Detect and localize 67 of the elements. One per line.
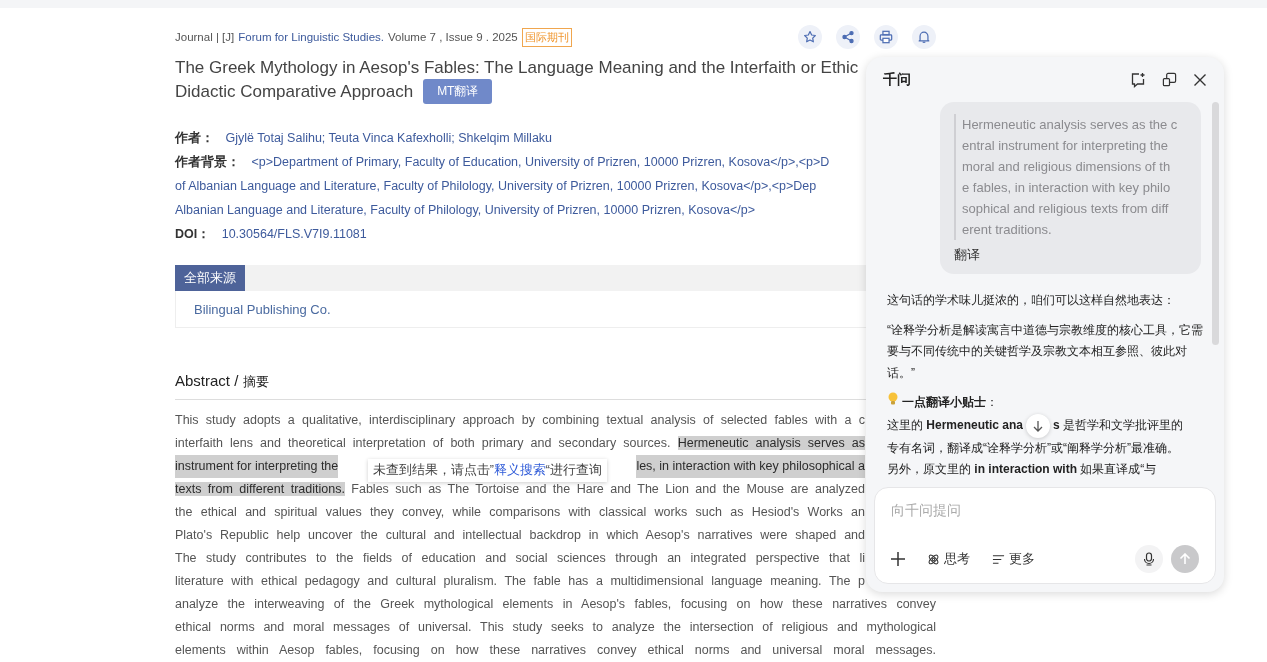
abstract-text: Fables such as The Tortoise and the Hare and The Lion and the Mouse are analyzed [351,482,865,496]
quoted-text: e fables, in interaction with key philo [962,179,1172,197]
question-field[interactable]: 向千问提问 [891,502,1199,518]
think-button[interactable]: 思考 [927,550,970,568]
journal-link[interactable]: Forum for Linguistic Studies. [238,31,384,43]
quoted-text: erent traditions. [962,221,1053,239]
field-value[interactable]: Gjylë Totaj Salihu; Teuta Vinca Kafexholli; Shkelqim Millaku [225,131,553,145]
selected-text: Hermeneutic analysis serves as [677,436,865,450]
field-value[interactable]: <p>Department of Primary, Faculty of Education, University of Prizren, 10000 Prizren, Kosova</p>,<p>D [251,155,830,169]
scroll-down-button[interactable] [1026,413,1051,438]
print-icon[interactable] [874,25,898,49]
plus-icon[interactable] [891,552,905,566]
tip-heading: 一点翻译小贴士： [902,395,999,409]
field-value[interactable]: of Albanian Language and Literature, Faculty of Philology, University of Prizren, 10000 Prizren, Kosova</p>,<p>Dep [175,179,817,193]
quoted-text: sophical and religious texts from diff [962,200,1170,218]
field-value[interactable]: 10.30564/FLS.V7I9.11081 [221,227,367,241]
arrow-down-icon [1032,419,1045,432]
microphone-button[interactable] [1135,545,1163,573]
abstract-text: Plato's Republic help uncover the cultural and intellectual backdrop in which Aesop's narratives were shaped and [175,528,865,542]
microphone-icon [1143,552,1155,566]
quoted-text: entral instrument for interpreting the [962,137,1169,155]
selected-text: instrument for interpreting the [175,455,339,478]
answer-text: 另外，原文里的 in interaction with 如果直译成“与 [887,461,1158,478]
answer-text: s 是哲学和文学批评里的 [1053,416,1184,434]
lines-icon [992,552,1005,566]
abstract-text: literature with ethical pedagogy and cultural pluralism. The fable has a multidimensional language meaning. The p [175,574,865,588]
atom-icon [927,552,940,566]
panel-title: 千问 [883,70,911,89]
lightbulb-icon [887,392,899,406]
abstract-text: elements within Aesop fables, focusing on how these narratives convey ethical norms and universal moral messages. [175,643,936,657]
bell-icon[interactable] [912,25,936,49]
answer-text: 这里的 Hermeneutic ana [887,416,1024,434]
chat-plus-icon[interactable] [1130,71,1146,88]
abstract-text: ethical norms and moral messages of universal. This study seeks to analyze the intersection of religious and mythological [175,620,936,634]
tooltip-text: 未查到结果，请点击” [372,463,494,477]
field-label: 作者： [175,131,214,145]
answer-text: “诠释学分析是解读寓言中道德与宗教维度的核心工具，它需要与不同传统中的关键哲学及宗教文本相互参照、彼此对话。” [887,321,1203,382]
tooltip-text: “进行查询 [545,463,602,477]
field-value[interactable]: Albanian Language and Literature, Faculty of Philology, University of Prizren, 10000 Prizren, Kosova</p> [175,203,755,217]
field-label: DOI： [175,227,211,241]
more-button[interactable]: 更多 [992,550,1035,568]
search-link[interactable]: 释义搜索 [493,463,546,477]
arrow-up-icon [1179,553,1191,565]
source-tab[interactable]: 全部来源 [175,265,245,291]
answer-text: 这句话的学术味儿挺浓的，咱们可以这样自然地表达： [887,292,1176,309]
scrollbar[interactable] [1212,102,1219,345]
popout-icon[interactable] [1162,72,1177,87]
abstract-text: analyze the interweaving of the Greek mythological elements in Aesop's fables, focusing on how these narratives convey [175,597,936,611]
article-title: The Greek Mythology in Aesop's Fables: The Language Meaning and the Interfaith or Ethic [175,57,859,79]
source-link[interactable]: Bilingual Publishing Co. [194,301,331,317]
abstract-text: This study adopts a qualitative, interdisciplinary approach by combining textual analysis of selected fables with a c [175,413,865,427]
article-title: Didactic Comparative Approach [175,80,414,103]
journal-badge: 国际期刊 [521,27,572,47]
quoted-text: Hermeneutic analysis serves as the c [962,116,1179,134]
message-action: 翻译 [954,246,981,264]
issue-info: Volume 7 , Issue 9 . 2025 [388,31,518,43]
selected-text: les, in interaction with key philosophical a [636,455,865,478]
selected-text: texts from different traditions. [175,482,345,496]
abstract-text: The study contributes to the fields of education and social sciences through an integrated perspective that li [175,551,865,565]
journal-label: Journal | [J] [175,31,235,43]
share-icon[interactable] [836,25,860,49]
field-label: 作者背景： [175,155,240,169]
close-icon[interactable] [1193,72,1207,87]
quoted-text: moral and religious dimensions of th [962,158,1172,176]
abstract-text: the ethical and spiritual values they convey, while comparisons with classical works such as Hesiod's Works an [175,505,865,519]
answer-text: 专有名词，翻译成“诠释学分析”或“阐释学分析”最准确。 [887,439,1180,457]
abstract-text: interfaith lens and theoretical interpretation of both primary and secondary sources. [175,436,671,450]
